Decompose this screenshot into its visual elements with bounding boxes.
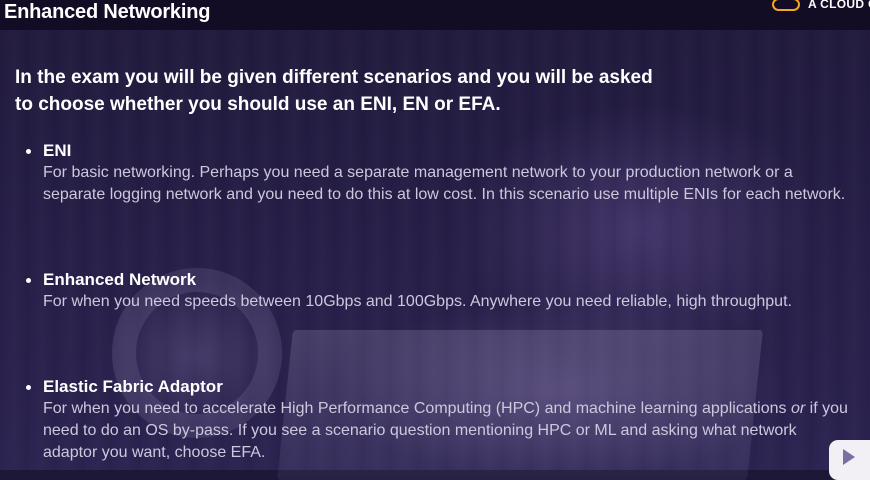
slide-content: In the exam you will be given different … [0,0,870,470]
bullet-title: Enhanced Network [43,270,197,289]
intro-line-2: to choose whether you should use an ENI,… [15,94,501,115]
bullet-body: For when you need speeds between 10Gbps … [43,293,792,310]
bullet-body: For basic networking. Perhaps you need a… [43,164,846,203]
bullet-body: For when you need to accelerate High Per… [43,398,853,464]
bullet-dot [26,149,31,154]
bullet-dot [26,278,31,283]
brand-name: A CLOUD GURU [808,0,870,11]
cloud-logo-icon [772,0,800,11]
bullet-dot [26,385,31,390]
brand: A CLOUD GURU [772,0,870,12]
bullet-body-part-1: For when you need to accelerate High Per… [43,400,791,417]
bullet-title: ENI [43,141,72,160]
intro-text: In the exam you will be given different … [15,64,775,118]
slide-title: Enhanced Networking [4,1,211,23]
bullet-title: Elastic Fabric Adaptor [43,377,223,396]
intro-line-1: In the exam you will be given different … [15,67,653,88]
bullet-body-emphasis: or [790,400,806,417]
play-icon[interactable] [829,440,870,480]
